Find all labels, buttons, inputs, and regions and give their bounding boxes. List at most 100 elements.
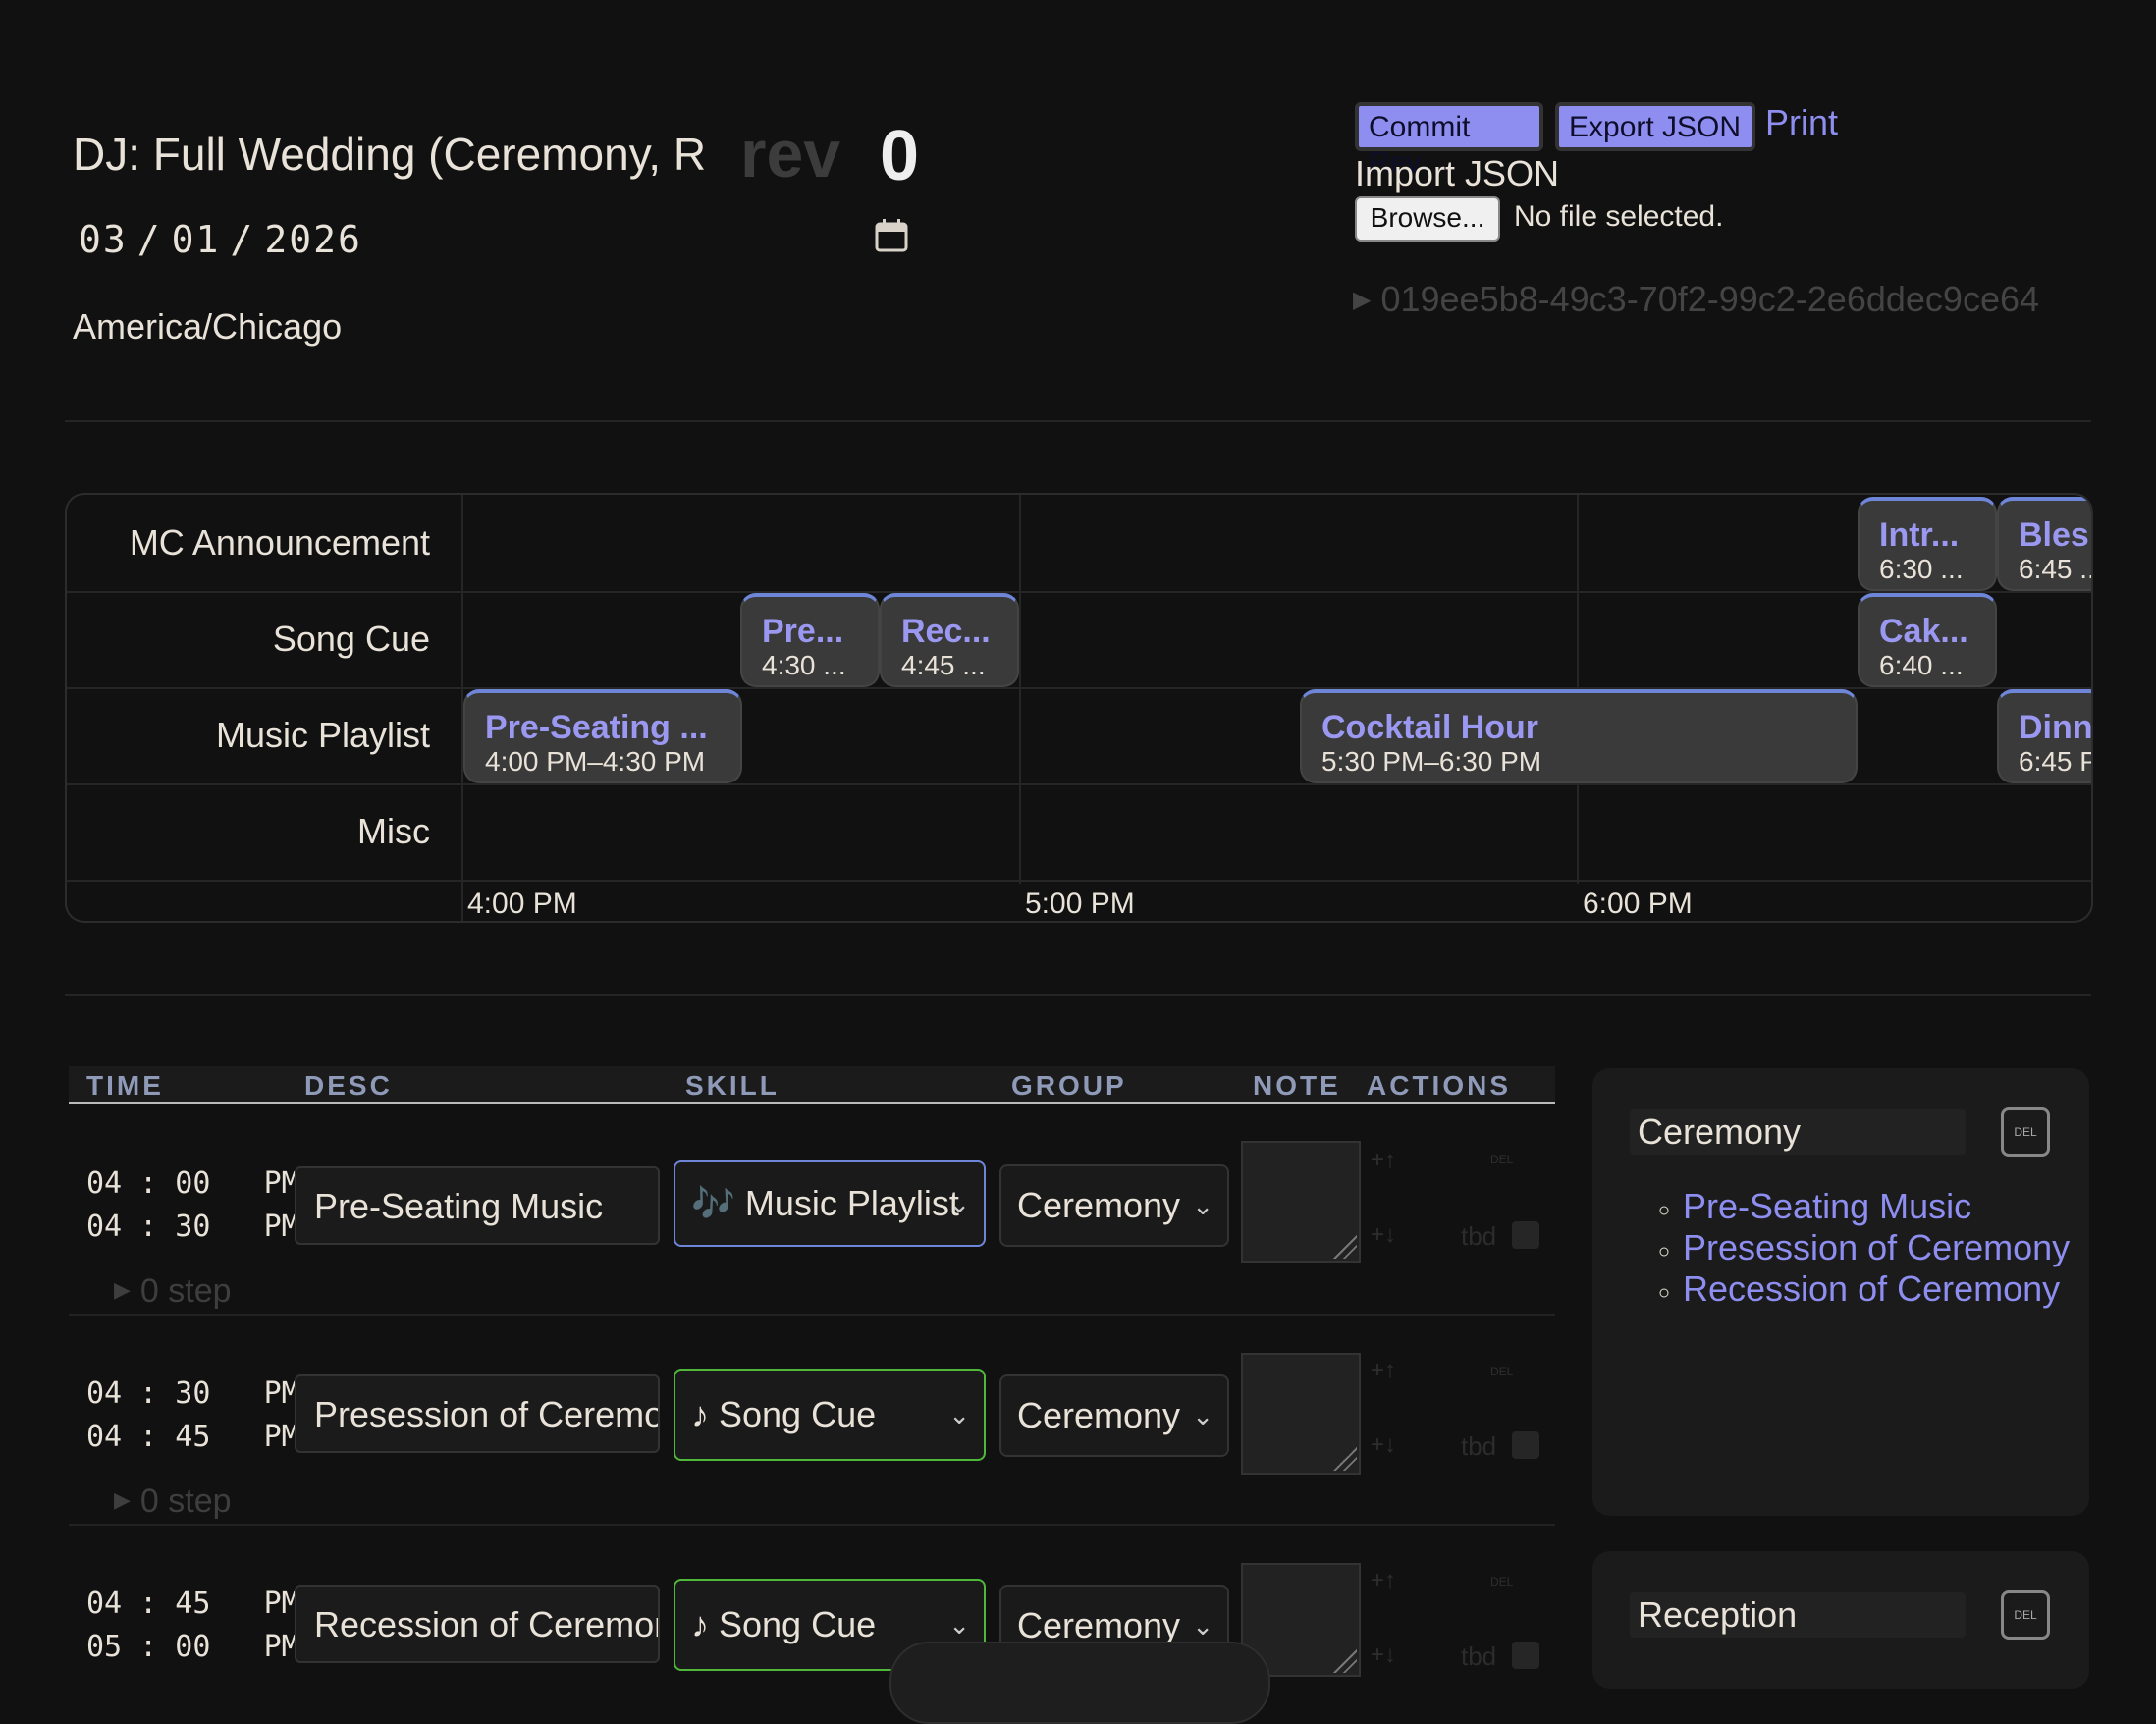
calendar-icon[interactable]: [874, 218, 909, 253]
end-time-input[interactable]: 04 : 45 PM: [86, 1416, 299, 1459]
start-time-input[interactable]: 04 : 30 PM: [86, 1373, 299, 1416]
export-json-button[interactable]: Export JSON: [1555, 102, 1755, 151]
group-panel-ceremony: Ceremony DEL Pre-Seating Music Presessio…: [1592, 1068, 2089, 1516]
skill-select[interactable]: ♪ Song Cue ⌄: [674, 1369, 986, 1461]
timeline-row-divider: [67, 783, 2091, 785]
timeline-event[interactable]: Bles...6:45 ...: [1997, 497, 2091, 591]
event-name: Pre...: [762, 613, 844, 650]
group-item-link[interactable]: Recession of Ceremony: [1683, 1268, 2070, 1310]
row-divider: [69, 1524, 1555, 1526]
print-link[interactable]: Print: [1765, 102, 1838, 143]
timeline-event[interactable]: Intr... 6:30 ...: [1858, 497, 1997, 591]
date-input[interactable]: 03/01/2026: [79, 218, 362, 261]
delete-row-button[interactable]: DEL: [1490, 1365, 1513, 1378]
timeline-hour-line: [1019, 495, 1021, 884]
delete-row-button[interactable]: DEL: [1490, 1575, 1513, 1589]
event-name: Cak...: [1879, 613, 1968, 650]
commit-rev-button[interactable]: Commit Rev: [1355, 102, 1543, 179]
disclosure-triangle-icon: ▶: [114, 1487, 131, 1512]
timeline-event[interactable]: Dinner6:45 PM: [1997, 689, 2093, 783]
delete-group-button[interactable]: DEL: [2001, 1590, 2050, 1640]
floating-toolbar[interactable]: [889, 1642, 1270, 1724]
schedule-table-header: TIME DESC SKILL GROUP NOTE ACTIONS: [69, 1066, 1555, 1104]
timeline-event[interactable]: Rec... 4:45 ...: [880, 593, 1019, 687]
move-down-button[interactable]: +↓: [1371, 1431, 1396, 1459]
description-input[interactable]: Presession of Ceremony: [295, 1374, 660, 1453]
group-item-list: Pre-Seating Music Presession of Ceremony…: [1642, 1186, 2070, 1310]
steps-disclosure[interactable]: ▶ 0 step: [114, 1272, 232, 1311]
date-day[interactable]: 01: [172, 218, 221, 261]
timeline-row-divider: [67, 880, 2091, 882]
disclosure-triangle-icon: ▶: [1353, 287, 1372, 313]
event-name: Cocktail Hour: [1321, 709, 1539, 746]
chevron-down-icon: ⌄: [1192, 1191, 1213, 1220]
event-time: 6:40 ...: [1879, 650, 1964, 680]
timeline-event[interactable]: Pre-Seating ... 4:00 PM–4:30 PM: [463, 689, 742, 783]
group-item-link[interactable]: Pre-Seating Music: [1683, 1186, 2070, 1227]
start-time-input[interactable]: 04 : 45 PM: [86, 1583, 299, 1626]
steps-disclosure[interactable]: ▶ 0 step: [114, 1482, 232, 1521]
tbd-label: tbd: [1461, 1431, 1497, 1461]
skill-select-value: ♪ Song Cue: [691, 1394, 877, 1434]
browse-file-button[interactable]: Browse...: [1355, 196, 1500, 242]
event-name: Dinner: [2019, 709, 2093, 746]
tbd-checkbox[interactable]: [1512, 1642, 1539, 1669]
timezone-label[interactable]: America/Chicago: [73, 306, 342, 348]
resize-handle-icon[interactable]: [1333, 1235, 1357, 1259]
column-header-group: GROUP: [1011, 1070, 1127, 1101]
move-down-button[interactable]: +↓: [1371, 1221, 1396, 1249]
delete-row-button[interactable]: DEL: [1490, 1153, 1513, 1166]
timeline-tick: 4:00 PM: [467, 888, 577, 920]
move-up-button[interactable]: +↑: [1371, 1567, 1396, 1594]
steps-count: 0 step: [139, 1482, 232, 1520]
resize-handle-icon[interactable]: [1333, 1649, 1357, 1673]
timeline-row-mc-announcement: MC Announcement: [129, 522, 430, 563]
column-header-actions: ACTIONS: [1367, 1070, 1511, 1101]
date-month[interactable]: 03: [79, 218, 128, 261]
group-item-link[interactable]: Presession of Ceremony: [1683, 1227, 2070, 1268]
timeline-event[interactable]: Cak... 6:40 ...: [1858, 593, 1997, 687]
group-name-input[interactable]: Ceremony: [1630, 1109, 1966, 1155]
timeline-event[interactable]: Pre... 4:30 ...: [740, 593, 880, 687]
move-up-button[interactable]: +↑: [1371, 1147, 1396, 1174]
event-title[interactable]: DJ: Full Wedding (Ceremony, R: [73, 128, 706, 181]
steps-count: 0 step: [139, 1272, 232, 1310]
event-name: Intr...: [1879, 516, 1960, 554]
divider: [65, 420, 2091, 422]
row-divider: [69, 1314, 1555, 1316]
description-input[interactable]: Recession of Ceremony: [295, 1585, 660, 1663]
skill-select[interactable]: 🎶 Music Playlist ⌄: [674, 1160, 986, 1247]
rev-label: rev: [740, 117, 841, 191]
column-header-desc: DESC: [304, 1070, 393, 1101]
move-down-button[interactable]: +↓: [1371, 1642, 1396, 1669]
timeline-row-divider: [67, 591, 2091, 593]
date-year[interactable]: 2026: [264, 218, 362, 261]
event-time: 5:30 PM–6:30 PM: [1321, 746, 1542, 777]
skill-select-value: ♪ Song Cue: [691, 1604, 877, 1644]
resize-handle-icon[interactable]: [1333, 1447, 1357, 1471]
column-header-skill: SKILL: [685, 1070, 780, 1101]
end-time-input[interactable]: 04 : 30 PM: [86, 1206, 299, 1249]
note-textarea[interactable]: [1241, 1353, 1361, 1475]
event-name: Pre-Seating ...: [485, 709, 708, 746]
file-status-text: No file selected.: [1514, 200, 1724, 233]
uuid-disclosure[interactable]: ▶ 019ee5b8-49c3-70f2-99c2-2e6ddec9ce64: [1353, 279, 2039, 320]
end-time-input[interactable]: 05 : 00 PM: [86, 1626, 299, 1669]
event-time: 4:30 ...: [762, 650, 846, 680]
timeline-event[interactable]: Cocktail Hour 5:30 PM–6:30 PM: [1300, 689, 1858, 783]
tbd-checkbox[interactable]: [1512, 1431, 1539, 1459]
tbd-checkbox[interactable]: [1512, 1221, 1539, 1249]
chevron-down-icon: ⌄: [1192, 1401, 1213, 1430]
group-name-input[interactable]: Reception: [1630, 1592, 1966, 1638]
note-textarea[interactable]: [1241, 1141, 1361, 1263]
start-time-input[interactable]: 04 : 00 PM: [86, 1162, 299, 1206]
delete-group-button[interactable]: DEL: [2001, 1107, 2050, 1157]
group-select[interactable]: Ceremony ⌄: [999, 1374, 1229, 1457]
column-header-note: NOTE: [1253, 1070, 1341, 1101]
description-input[interactable]: Pre-Seating Music: [295, 1166, 660, 1245]
move-up-button[interactable]: +↑: [1371, 1357, 1396, 1384]
skill-select-value: 🎶 Music Playlist: [691, 1183, 959, 1223]
group-select[interactable]: Ceremony ⌄: [999, 1164, 1229, 1247]
import-json-label: Import JSON: [1355, 153, 1560, 193]
tbd-label: tbd: [1461, 1642, 1497, 1671]
